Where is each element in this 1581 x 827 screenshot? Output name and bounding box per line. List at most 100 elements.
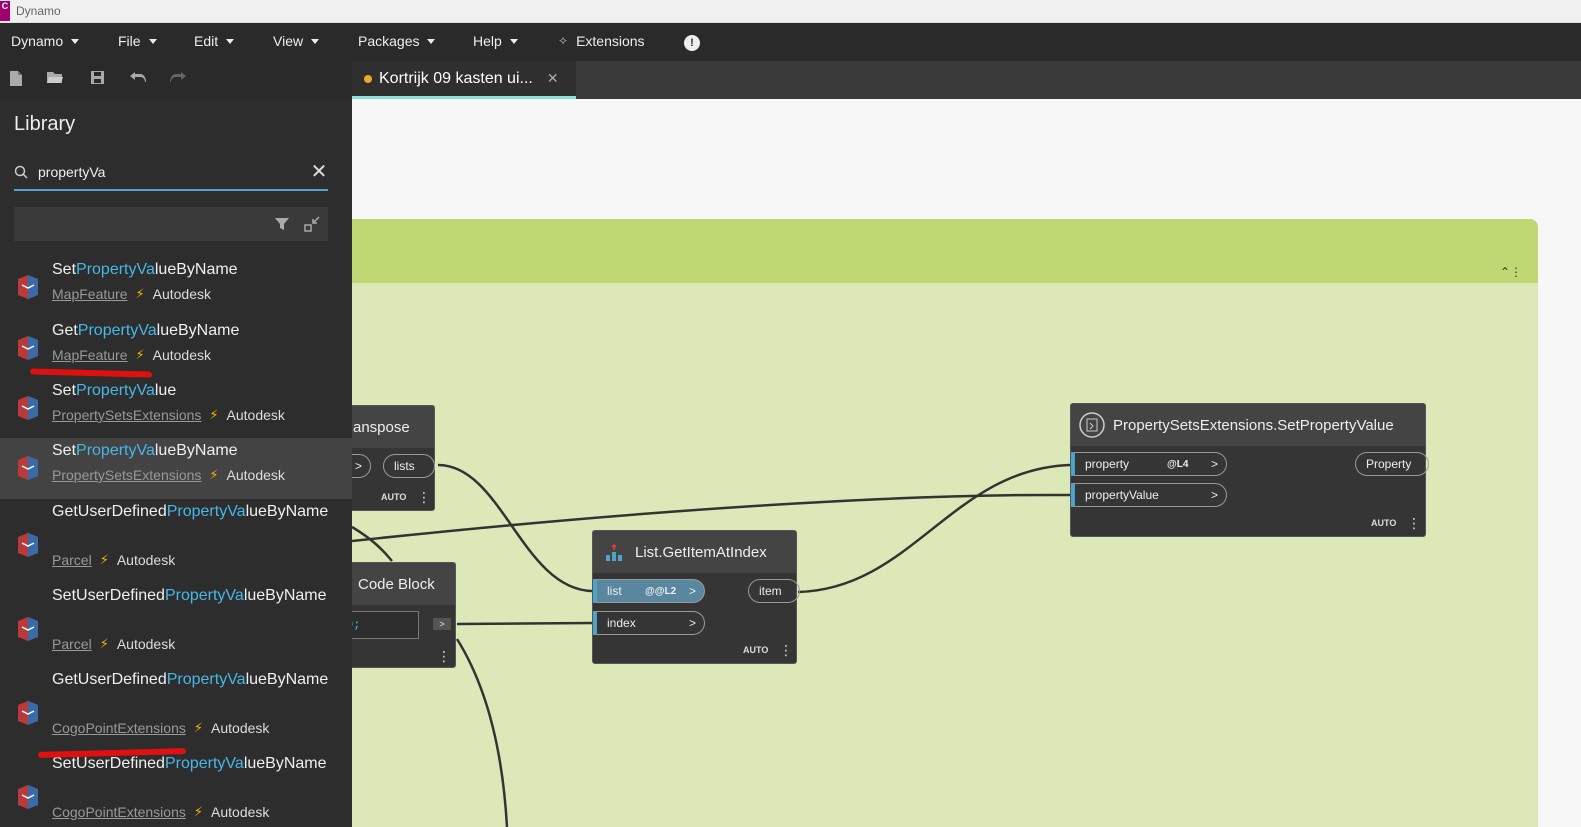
output-port[interactable]: > [433,618,451,630]
library-result-item[interactable]: SetUserDefinedPropertyValueByName CogoPoi… [0,751,352,827]
input-port-list[interactable]: list @@L2 > [593,579,705,603]
port-label: lists [394,459,415,473]
name-highlight: PropertyVa [166,671,246,688]
library-result-item[interactable]: GetUserDefinedPropertyValueByName Parcel ⚡… [0,499,352,583]
vendor-label: Autodesk [152,286,211,302]
menu-extensions[interactable]: ✧ Extensions [558,33,645,49]
result-category: Parcel ⚡ Autodesk [52,636,175,652]
result-category: MapFeature ⚡ Autodesk [52,286,211,302]
code-editor[interactable]: 0; [352,611,419,639]
collapse-icon[interactable] [304,216,320,232]
tab-label: Kortrijk 09 kasten ui... [379,69,533,87]
category-link[interactable]: CogoPointExtensions [52,720,186,736]
input-port[interactable]: > [352,454,371,478]
wire [455,638,509,827]
filter-icon[interactable] [274,216,290,232]
menu-edit[interactable]: Edit [194,33,235,49]
result-category: CogoPointExtensions ⚡ Autodesk [52,804,269,820]
category-link[interactable]: Parcel [52,636,92,652]
new-file-icon[interactable] [7,70,25,88]
clear-search-icon[interactable]: ✕ [310,162,328,182]
lacing-auto[interactable]: AUTO [381,492,406,502]
redo-icon[interactable] [169,70,187,88]
title-bar: C Dynamo [0,0,1581,23]
filter-bar [14,207,328,241]
library-result-item[interactable]: SetUserDefinedPropertyValueByName Parcel ⚡… [0,583,352,667]
name-part: lueByName [243,587,327,604]
name-part: Get [52,322,78,339]
window-title: Dynamo [16,4,61,18]
menu-file[interactable]: File [118,33,157,49]
menu-packages[interactable]: Packages [358,33,436,49]
node-code-block[interactable]: Code Block 0; > ⋮ [352,562,456,668]
category-link[interactable]: CogoPointExtensions [52,804,186,820]
category-link[interactable]: MapFeature [52,286,127,302]
civil3d-node-icon [18,785,38,809]
node-menu-icon[interactable]: ⋮ [779,643,793,657]
output-port-property[interactable]: Property [1355,452,1429,476]
notification-icon[interactable]: ! [684,35,700,51]
input-port-property[interactable]: property @L4 > [1071,452,1227,476]
output-port-item[interactable]: item [748,579,800,603]
result-name: SetPropertyValue [52,382,176,400]
node-menu-icon[interactable]: ⋮ [437,649,451,663]
result-category: PropertySetsExtensions ⚡ Autodesk [52,467,285,483]
name-part: Set [52,442,77,459]
toolbar [0,61,352,99]
category-link[interactable]: PropertySetsExtensions [52,407,201,423]
civil3d-node-icon [18,275,38,299]
name-highlight: PropertyVa [76,261,155,278]
name-highlight: PropertyVa [76,382,155,399]
menu-label: Extensions [576,33,645,49]
name-part: Set [52,261,77,278]
open-folder-icon[interactable] [46,70,64,88]
lacing-auto[interactable]: AUTO [743,645,768,655]
name-highlight: PropertyVa [76,442,155,459]
result-category: Parcel ⚡ Autodesk [52,552,175,568]
category-link[interactable]: MapFeature [52,347,127,363]
menu-label: Dynamo [11,33,64,49]
undo-icon[interactable] [129,70,147,88]
pin-icon: ✧ [558,34,569,48]
list-icon [606,544,622,561]
name-part: Set [52,382,77,399]
input-port-propertyvalue[interactable]: propertyValue > [1071,483,1227,507]
library-result-item[interactable]: SetPropertyValueByName MapFeature ⚡ Autodes… [0,257,352,318]
menu-view[interactable]: View [273,33,320,49]
node-list-getitematindex[interactable]: List.GetItemAtIndex list @@L2 > index > … [592,530,800,664]
input-port-index[interactable]: index > [593,611,705,635]
bolt-icon: ⚡ [99,552,109,567]
save-icon[interactable] [88,70,106,88]
node-menu-icon[interactable]: ⋮ [417,490,431,504]
result-name: SetUserDefinedPropertyValueByName [52,755,327,773]
workspace-canvas[interactable]: ⌃⋮ anspose > lists AUTO ⋮ Code Block 0; … [352,99,1581,827]
menu-label: View [273,33,304,49]
close-icon[interactable]: ✕ [547,70,559,87]
node-set-property-value[interactable]: PropertySetsExtensions.SetPropertyValue … [1070,403,1429,537]
node-list-transpose[interactable]: anspose > lists AUTO ⋮ [352,405,435,511]
node-title: anspose [352,406,434,448]
library-title: Library [14,113,76,135]
level-indicator[interactable]: @@L2 [645,586,676,597]
port-arrow: > [354,459,362,473]
node-menu-icon[interactable]: ⋮ [1407,516,1421,530]
menu-bar: Dynamo File Edit View Packages Help ✧ Ext… [0,23,1581,61]
library-result-item[interactable]: SetPropertyValue PropertySetsExtensions ⚡ A… [0,378,352,438]
caret-down-icon [311,38,320,44]
category-link[interactable]: PropertySetsExtensions [52,467,201,483]
level-indicator[interactable]: @L4 [1167,459,1188,470]
menu-dynamo[interactable]: Dynamo [11,33,80,49]
port-arrow: > [688,584,696,598]
menu-help[interactable]: Help [473,33,518,49]
bolt-icon: ⚡ [135,286,145,301]
caret-down-icon [509,38,518,44]
category-link[interactable]: Parcel [52,552,92,568]
library-result-item[interactable]: GetUserDefinedPropertyValueByName CogoPoi… [0,667,352,751]
search-input[interactable] [38,161,288,183]
tab-document[interactable]: Kortrijk 09 kasten ui... ✕ [352,61,576,99]
output-port-lists[interactable]: lists [383,454,435,478]
lacing-auto[interactable]: AUTO [1371,518,1396,528]
name-highlight: PropertyVa [164,755,244,772]
name-part: lueByName [243,755,327,772]
library-result-item[interactable]: SetPropertyValueByName PropertySetsExtens… [0,438,352,499]
